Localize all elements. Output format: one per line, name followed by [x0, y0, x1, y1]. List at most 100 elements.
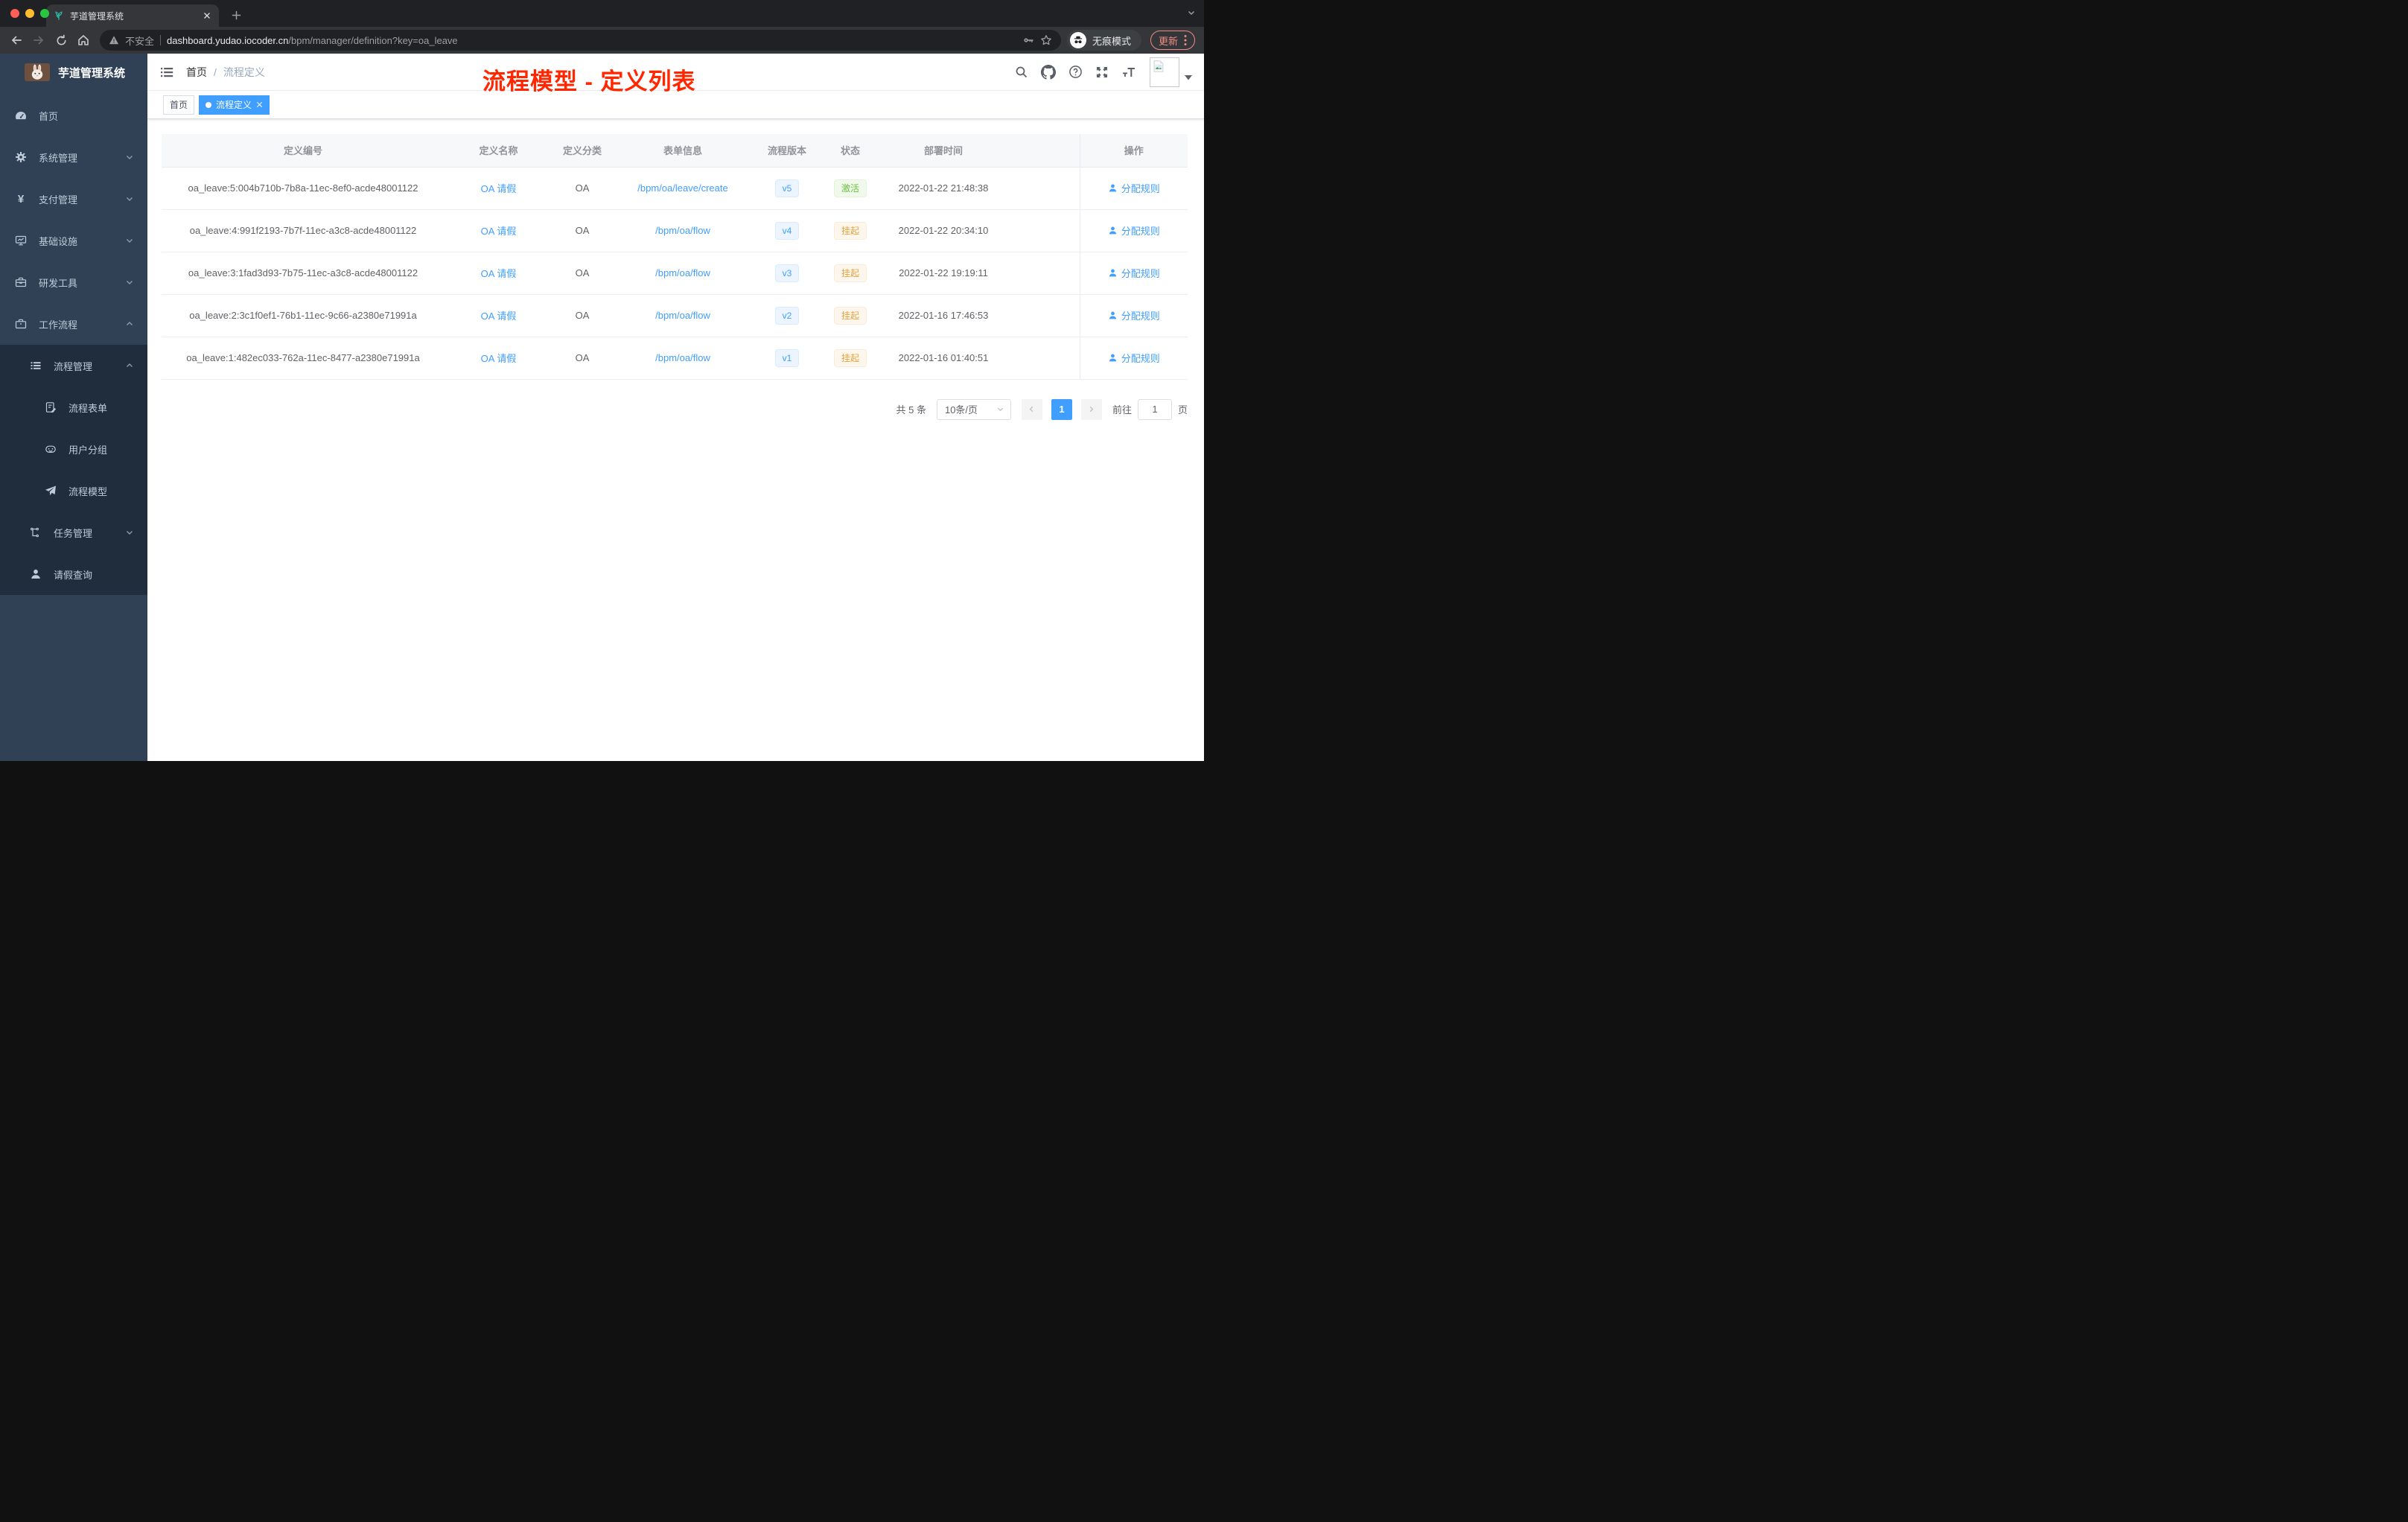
url-text[interactable]: dashboard.yudao.iocoder.cn/bpm/manager/d… — [167, 35, 458, 46]
briefcase-icon — [15, 318, 27, 330]
form-link[interactable]: /bpm/oa/leave/create — [637, 182, 727, 194]
cell-deploy-time: 2022-01-16 17:46:53 — [880, 294, 1007, 337]
prev-page-button[interactable] — [1021, 398, 1042, 420]
goto-label: 前往 — [1112, 404, 1132, 415]
cell-id: oa_leave:2:3c1f0ef1-76b1-11ec-9c66-a2380… — [162, 294, 445, 337]
definition-table: 定义编号 定义名称 定义分类 表单信息 流程版本 状态 部署时间 操作 oa_l… — [162, 134, 1188, 380]
back-button[interactable] — [6, 30, 27, 51]
sidebar-item-system[interactable]: 系统管理 — [0, 136, 147, 178]
help-icon[interactable] — [1062, 54, 1089, 91]
tag-process-definition[interactable]: 流程定义 — [199, 95, 270, 115]
omnibox-divider — [160, 35, 162, 45]
assign-rule-button[interactable]: 分配规则 — [1108, 266, 1160, 280]
definition-name-link[interactable]: OA 请假 — [481, 183, 517, 194]
list-icon — [30, 360, 42, 372]
gear-icon — [15, 151, 27, 163]
sidebar-item-home[interactable]: 首页 — [0, 95, 147, 136]
address-bar[interactable]: 不安全 dashboard.yudao.iocoder.cn/bpm/manag… — [100, 30, 1061, 51]
tag-close-icon[interactable] — [256, 101, 263, 108]
workflow-submenu: 流程管理 流程表单 用户分组 流程模型 任务管理 请假查询 — [0, 345, 147, 595]
definition-name-link[interactable]: OA 请假 — [481, 353, 517, 364]
tag-home[interactable]: 首页 — [163, 95, 195, 115]
breadcrumb-home[interactable]: 首页 — [186, 65, 207, 80]
chevron-down-icon — [127, 531, 133, 535]
sidebar-item-infrastructure[interactable]: 基础设施 — [0, 220, 147, 261]
github-icon[interactable] — [1035, 54, 1062, 91]
tab-close-icon[interactable] — [203, 11, 211, 20]
minimize-window-button[interactable] — [25, 9, 34, 18]
col-header-category: 定义分类 — [552, 134, 612, 168]
pagination: 共 5 条 10条/页 1 前往 1 页 — [162, 398, 1188, 420]
reload-button[interactable] — [51, 30, 71, 51]
yen-icon: ¥ — [17, 192, 25, 206]
password-key-icon[interactable] — [1022, 34, 1034, 46]
user-icon — [1109, 226, 1116, 235]
sidebar-menu: 首页 系统管理 ¥ 支付管理 基础设施 研发工具 工作流程 流程管理 流程表单 … — [0, 91, 147, 595]
browser-menu-dots-icon[interactable] — [1184, 34, 1187, 46]
fullscreen-icon[interactable] — [1089, 54, 1115, 91]
assign-rule-button[interactable]: 分配规则 — [1108, 308, 1160, 322]
next-page-button[interactable] — [1080, 398, 1102, 420]
col-header-version: 流程版本 — [754, 134, 821, 168]
browser-tab[interactable]: 芋道管理系统 — [46, 4, 219, 27]
page-size-select[interactable]: 10条/页 — [936, 398, 1011, 420]
definition-name-link[interactable]: OA 请假 — [481, 268, 517, 279]
assign-rule-button[interactable]: 分配规则 — [1108, 351, 1160, 365]
chevron-down-icon — [127, 197, 133, 201]
chevron-down-icon — [127, 281, 133, 284]
form-link[interactable]: /bpm/oa/flow — [655, 310, 710, 321]
sidebar-item-process-model[interactable]: 流程模型 — [0, 470, 147, 512]
sidebar-item-payment[interactable]: ¥ 支付管理 — [0, 178, 147, 220]
sidebar-logo[interactable]: 芋道管理系统 — [0, 54, 147, 91]
forward-button[interactable] — [28, 30, 49, 51]
bookmark-star-icon[interactable] — [1040, 34, 1052, 46]
tab-search-chevron-icon[interactable] — [1186, 7, 1197, 22]
tab-strip: 芋道管理系统 — [0, 0, 1204, 27]
sidebar-item-process-form[interactable]: 流程表单 — [0, 386, 147, 428]
font-size-icon[interactable] — [1115, 54, 1142, 91]
monitor-icon — [15, 235, 27, 246]
sidebar-item-workflow[interactable]: 工作流程 — [0, 303, 147, 345]
sidebar-item-process-management[interactable]: 流程管理 — [0, 345, 147, 386]
user-avatar-broken-image[interactable] — [1150, 57, 1179, 87]
form-link[interactable]: /bpm/oa/flow — [655, 225, 710, 236]
col-header-deploy-time: 部署时间 — [880, 134, 1007, 168]
chevron-down-icon — [127, 156, 133, 159]
table-row: oa_leave:2:3c1f0ef1-76b1-11ec-9c66-a2380… — [162, 294, 1188, 337]
col-header-action: 操作 — [1079, 134, 1188, 168]
update-button[interactable]: 更新 — [1150, 31, 1195, 50]
favicon-plant-icon — [54, 10, 64, 21]
maximize-window-button[interactable] — [40, 9, 49, 18]
robot-face-icon — [45, 443, 57, 455]
close-window-button[interactable] — [10, 9, 19, 18]
assign-rule-button[interactable]: 分配规则 — [1108, 223, 1160, 238]
version-badge: v2 — [774, 306, 800, 325]
assign-rule-button[interactable]: 分配规则 — [1108, 181, 1160, 195]
sidebar-item-leave-query[interactable]: 请假查询 — [0, 553, 147, 595]
sidebar-item-user-group[interactable]: 用户分组 — [0, 428, 147, 470]
table-row: oa_leave:3:1fad3d93-7b75-11ec-a3c8-acde4… — [162, 252, 1188, 295]
sidebar-item-dev-tools[interactable]: 研发工具 — [0, 261, 147, 303]
avatar-dropdown-caret-icon[interactable] — [1185, 71, 1192, 84]
sidebar-toggle-hamburger-icon[interactable] — [159, 65, 174, 80]
new-tab-button[interactable] — [226, 5, 246, 25]
col-header-status: 状态 — [821, 134, 880, 168]
browser-toolbar: 不安全 dashboard.yudao.iocoder.cn/bpm/manag… — [0, 27, 1204, 54]
cell-id: oa_leave:1:482ec033-762a-11ec-8477-a2380… — [162, 337, 445, 380]
search-icon[interactable] — [1008, 54, 1035, 91]
status-badge: 挂起 — [833, 306, 867, 325]
definition-name-link[interactable]: OA 请假 — [481, 226, 517, 237]
page-number-button[interactable]: 1 — [1051, 398, 1072, 420]
goto-page-input[interactable]: 1 — [1137, 398, 1172, 420]
security-label[interactable]: 不安全 — [125, 34, 154, 48]
app-title: 芋道管理系统 — [58, 66, 126, 80]
cell-deploy-time: 2022-01-22 20:34:10 — [880, 209, 1007, 252]
home-button[interactable] — [73, 30, 94, 51]
definition-name-link[interactable]: OA 请假 — [481, 311, 517, 322]
chevron-up-icon — [127, 322, 133, 325]
form-link[interactable]: /bpm/oa/flow — [655, 352, 710, 363]
form-link[interactable]: /bpm/oa/flow — [655, 267, 710, 278]
sidebar-item-task-management[interactable]: 任务管理 — [0, 512, 147, 553]
security-warning-icon[interactable] — [109, 35, 119, 45]
browser-window: 芋道管理系统 不安全 dashboard.yudao.iocoder.cn/bp… — [0, 0, 1204, 761]
